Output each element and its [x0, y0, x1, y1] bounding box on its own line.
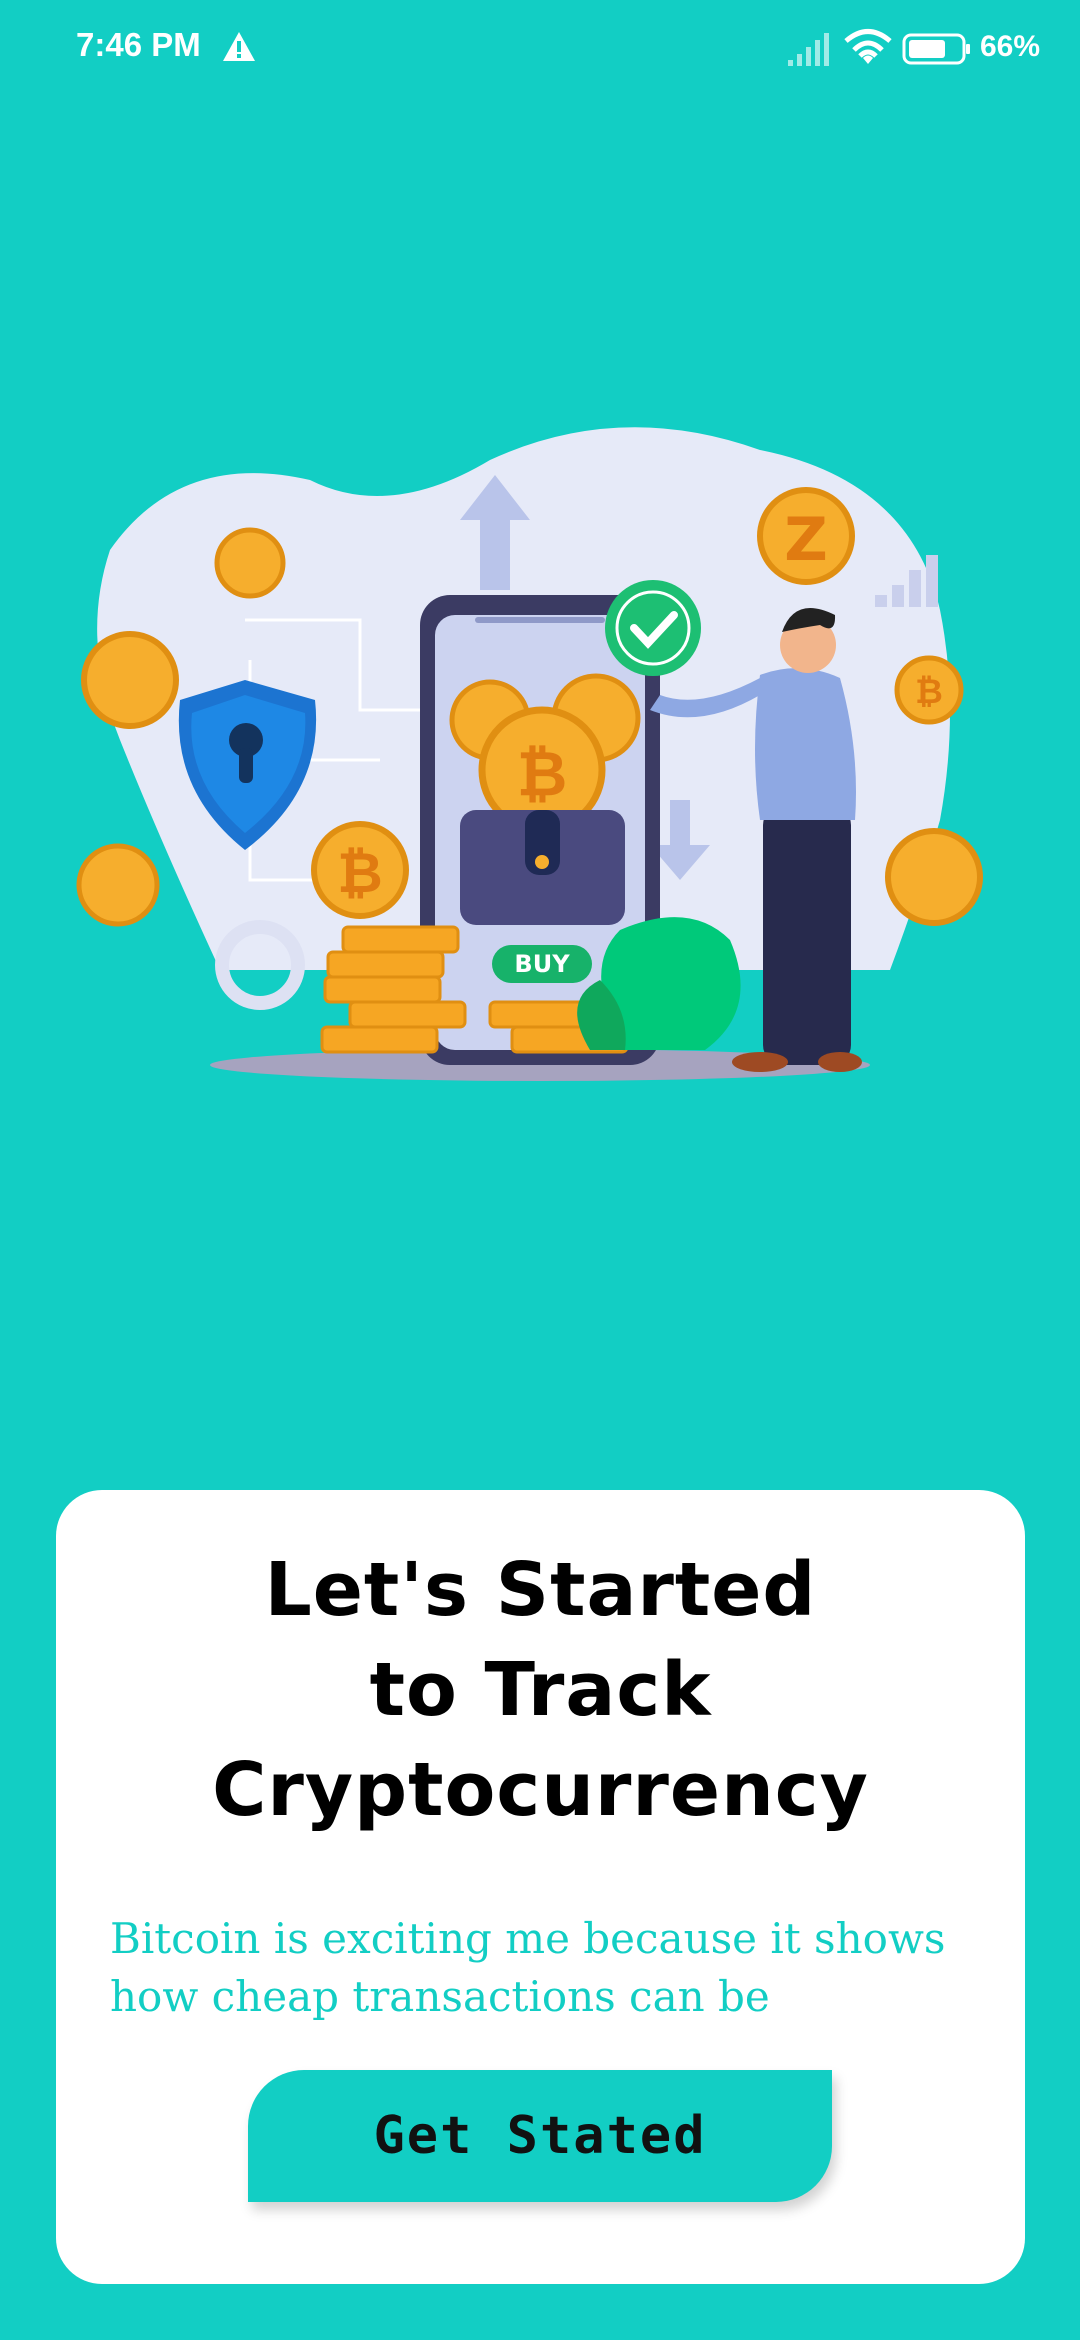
check-icon [605, 580, 701, 676]
headline-line-3: Cryptocurrency [212, 1747, 869, 1833]
svg-text:Z: Z [784, 505, 828, 575]
svg-text:₿: ₿ [337, 841, 383, 906]
headline: Let's Started to Track Cryptocurrency [56, 1540, 1025, 1840]
onboarding-card: Let's Started to Track Cryptocurrency Bi… [56, 1490, 1025, 2284]
wifi-icon [844, 29, 892, 64]
crypto-wallet-illustration: ₿ ₿ Z ₿ BUY [76, 427, 983, 1081]
headline-line-2: to Track [369, 1647, 712, 1733]
get-started-label: Get Stated [373, 2106, 707, 2166]
buy-label: BUY [514, 950, 570, 978]
get-started-button[interactable]: Get Stated [248, 2070, 832, 2202]
subtitle: Bitcoin is exciting me because it shows … [110, 1914, 946, 2021]
battery-icon [902, 33, 970, 65]
status-time: 7:46 PM [76, 26, 201, 63]
battery-percent: 66% [980, 30, 1041, 63]
signal-icon [788, 33, 829, 66]
svg-text:₿: ₿ [517, 737, 568, 810]
headline-line-1: Let's Started [264, 1547, 817, 1633]
warning-icon [223, 32, 255, 61]
status-bar: 7:46 PM 66% [0, 0, 1080, 100]
svg-text:₿: ₿ [915, 672, 943, 712]
